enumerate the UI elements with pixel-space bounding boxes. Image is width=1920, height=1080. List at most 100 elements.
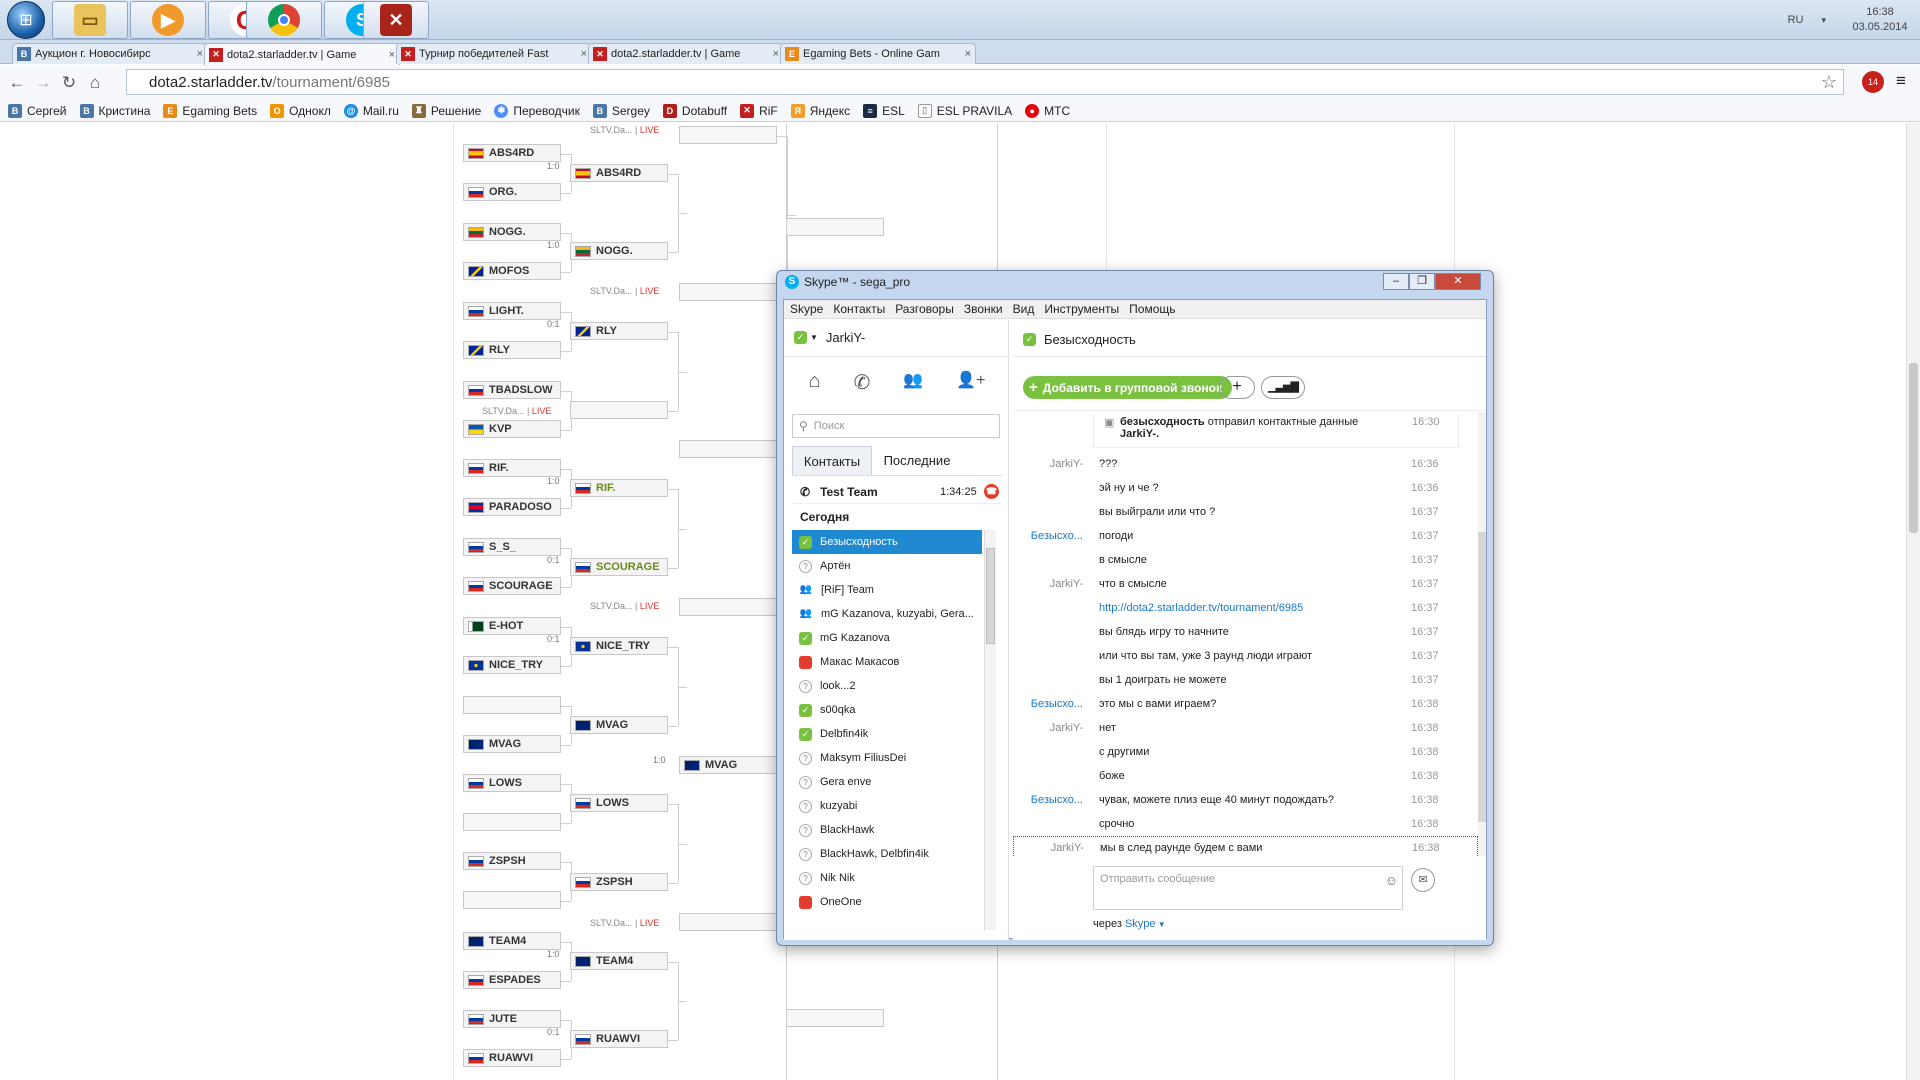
menu-calls[interactable]: Звонки [964,302,1003,316]
add-button[interactable]: + [1219,376,1255,399]
chat-contact-name[interactable]: Безысходность [1044,332,1136,347]
team-slot[interactable]: MVAG [463,735,561,753]
skype-titlebar[interactable]: S Skype™ - sega_pro [785,275,910,289]
team-slot[interactable]: MVAG [679,756,777,774]
team-slot[interactable] [679,126,777,144]
team-slot[interactable]: ABS4RD [570,164,668,182]
tab-contacts[interactable]: Контакты [792,446,872,475]
team-slot[interactable]: E-HOT [463,617,561,635]
skype-minimize-button[interactable]: – [1383,273,1409,290]
bookmark-star-icon[interactable]: ☆ [1821,72,1837,93]
team-slot[interactable] [786,1009,884,1027]
live-match-label[interactable]: SLTV.Da... | LIVE [590,601,659,611]
contact-list-scrollbar[interactable] [984,530,996,930]
team-slot[interactable]: NICE_TRY [570,637,668,655]
team-slot[interactable]: RUAWVI [570,1030,668,1048]
message-input[interactable]: Отправить сообщение ☺ [1093,866,1403,910]
message-author[interactable]: JarkiY- [1023,578,1083,590]
search-input[interactable]: ⚲ Поиск [792,414,1000,438]
contact-item[interactable]: ? Gera enve [792,770,982,794]
home-icon[interactable]: ⌂ [808,370,820,395]
team-slot[interactable] [679,440,777,458]
bookmark-item[interactable]: @ Mail.ru [343,103,399,118]
team-slot[interactable] [786,218,884,236]
forward-icon[interactable]: → [30,73,56,93]
team-slot[interactable]: SCOURAGE [463,577,561,595]
team-slot[interactable]: RLY [570,322,668,340]
team-slot[interactable]: ZSPSH [463,852,561,870]
team-slot[interactable]: RIF. [463,459,561,477]
bookmark-item[interactable]: B Кристина [79,103,150,118]
close-icon[interactable]: × [965,48,971,60]
scrollbar-thumb[interactable] [1909,363,1918,533]
back-icon[interactable]: ← [4,73,30,93]
team-slot[interactable]: NOGG. [463,223,561,241]
chat-scrollbar[interactable] [1478,412,1486,856]
send-via-service[interactable]: Skype [1125,918,1156,930]
contact-item[interactable]: ? Nik Nik [792,866,982,890]
taskbar-dota2[interactable]: ✕ [363,1,429,39]
team-slot[interactable] [463,813,561,831]
bookmark-item[interactable]: ♜ Решение [411,103,481,118]
team-slot[interactable]: S_S_ [463,538,561,556]
bookmark-item[interactable]: ✱ Переводчик [494,103,580,118]
contact-item[interactable]: ? BlackHawk [792,818,982,842]
menu-skype[interactable]: Skype [790,302,823,316]
live-match-label[interactable]: SLTV.Da... | LIVE [590,125,659,135]
bookmark-item[interactable]: ● МТС [1025,103,1070,118]
tray-arrow-icon[interactable]: ▾ [1821,15,1826,26]
contact-item[interactable]: OneOne [792,890,982,914]
message-author[interactable]: Безысхо... [1023,530,1083,542]
contact-item[interactable]: Макас Макасов [792,650,982,674]
bookmark-item[interactable]: Я Яндекс [790,103,850,118]
team-slot[interactable]: TBADSLOW [463,381,561,399]
taskbar-explorer[interactable]: ▭ [52,1,128,39]
tab-3[interactable]: ✕ Турнир победителей Fast × [396,43,592,64]
add-group-call-button[interactable]: + Добавить в групповой звонок [1023,376,1232,399]
call-phone-icon[interactable]: ✆ [854,370,871,395]
message-author[interactable]: JarkiY- [1023,722,1083,734]
clock[interactable]: 16:38 03.05.2014 [1840,5,1920,35]
contact-item[interactable]: ? kuzyabi [792,794,982,818]
contact-item[interactable]: ✓ Безысходность [792,530,982,554]
team-slot[interactable]: SCOURAGE [570,558,668,576]
call-quality-button[interactable]: ▁▃▅▇ [1261,376,1305,399]
team-slot[interactable]: MOFOS [463,262,561,280]
team-slot[interactable] [463,696,561,714]
team-slot[interactable] [679,598,777,616]
message-author[interactable]: JarkiY- [1023,458,1083,470]
live-match-label[interactable]: SLTV.Da... | LIVE [590,286,659,296]
reload-icon[interactable]: ↻ [56,73,82,93]
bookmark-item[interactable]: B Сергей [8,103,67,118]
skype-maximize-button[interactable]: ❐ [1409,273,1435,290]
team-slot[interactable]: NICE_TRY [463,656,561,674]
team-slot[interactable]: RLY [463,341,561,359]
start-button[interactable]: ⊞ [2,1,50,39]
message-author[interactable]: JarkiY- [1024,842,1084,854]
team-slot[interactable]: LOWS [463,774,561,792]
skype-close-button[interactable]: ✕ [1435,273,1481,290]
team-slot[interactable]: TEAM4 [463,932,561,950]
contact-item[interactable]: ? Maksym FiliusDei [792,746,982,770]
group-icon[interactable]: 👥 [903,370,923,395]
close-icon[interactable]: × [197,48,203,60]
menu-help[interactable]: Помощь [1129,302,1175,316]
close-icon[interactable]: × [773,48,779,60]
adblock-icon[interactable]: 14 [1862,71,1884,93]
url-input[interactable]: dota2.starladder.tv/tournament/6985 ☆ [126,69,1844,95]
message-author[interactable]: Безысхо... [1023,794,1083,806]
team-slot[interactable]: TEAM4 [570,952,668,970]
team-slot[interactable]: ABS4RD [463,144,561,162]
bookmark-item[interactable]: ≡ ESL [863,103,905,118]
team-slot[interactable]: KVP [463,420,561,438]
team-slot[interactable]: ZSPSH [570,873,668,891]
menu-tools[interactable]: Инструменты [1044,302,1119,316]
team-slot[interactable] [679,283,777,301]
contact-item[interactable]: 👥 [RiF] Team [792,578,982,602]
tab-5[interactable]: E Egaming Bets - Online Gam × [780,43,976,64]
user-status[interactable]: ✓ ▼ JarkiY- [794,330,865,345]
team-slot[interactable]: MVAG [570,716,668,734]
menu-icon[interactable]: ≡ [1896,71,1906,91]
team-slot[interactable]: PARADOSO [463,498,561,516]
bookmark-item[interactable]: D Dotabuff [662,103,727,118]
